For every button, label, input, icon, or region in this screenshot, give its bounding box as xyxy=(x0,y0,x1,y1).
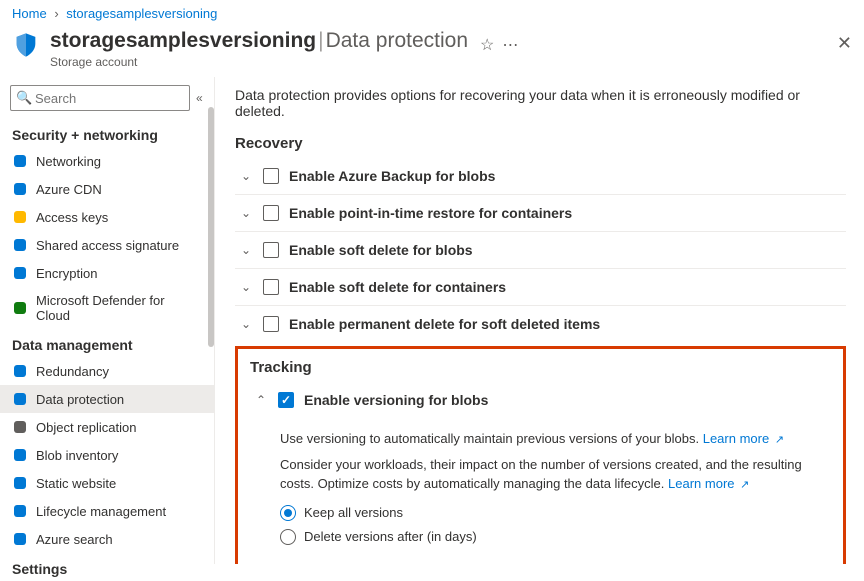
dp-icon xyxy=(12,391,28,407)
recovery-row: ⌄ Enable Azure Backup for blobs xyxy=(235,158,846,194)
sidebar-item-label: Lifecycle management xyxy=(36,504,166,519)
chevron-down-icon[interactable]: ⌄ xyxy=(239,243,253,257)
radio-icon xyxy=(280,505,296,521)
recovery-row: ⌄ Enable soft delete for blobs xyxy=(235,231,846,268)
sidebar-item-label: Encryption xyxy=(36,266,97,281)
recovery-label: Enable soft delete for blobs xyxy=(289,242,473,258)
sidebar-item-encryption[interactable]: Encryption xyxy=(0,259,214,287)
chevron-down-icon[interactable]: ⌄ xyxy=(239,169,253,183)
breadcrumb: Home › storagesamplesversioning xyxy=(0,0,864,27)
version-retention-radiogroup: Keep all versions Delete versions after … xyxy=(280,501,831,549)
recovery-checkbox[interactable] xyxy=(263,242,279,258)
recovery-label: Enable Azure Backup for blobs xyxy=(289,168,495,184)
nav-section-header: Data management xyxy=(0,329,214,357)
chevron-down-icon[interactable]: ⌄ xyxy=(239,206,253,220)
inventory-icon xyxy=(12,447,28,463)
chevron-up-icon[interactable]: ⌃ xyxy=(254,393,268,407)
sidebar-item-access-keys[interactable]: Access keys xyxy=(0,203,214,231)
close-button[interactable]: ✕ xyxy=(837,33,852,54)
sidebar: 🔍 « Security + networking Networking Azure… xyxy=(0,77,215,564)
nav-section-header: Security + networking xyxy=(0,119,214,147)
recovery-label: Enable point-in-time restore for contain… xyxy=(289,205,572,221)
recovery-checkbox[interactable] xyxy=(263,168,279,184)
search-icon: 🔍 xyxy=(16,90,32,106)
recovery-row: ⌄ Enable permanent delete for soft delete… xyxy=(235,305,846,342)
lifecycle-icon xyxy=(12,503,28,519)
search-icon xyxy=(12,531,28,547)
replication-icon xyxy=(12,419,28,435)
recovery-checkbox[interactable] xyxy=(263,205,279,221)
chevron-right-icon: › xyxy=(54,6,58,21)
sidebar-item-label: Redundancy xyxy=(36,364,109,379)
content-pane: Data protection provides options for rec… xyxy=(215,77,864,564)
recovery-label: Enable permanent delete for soft deleted… xyxy=(289,316,600,332)
cloud-icon xyxy=(12,181,28,197)
page-title: storagesamplesversioning|Data protection xyxy=(50,29,468,53)
sidebar-item-redundancy[interactable]: Redundancy xyxy=(0,357,214,385)
breadcrumb-home[interactable]: Home xyxy=(12,6,47,21)
page-header: storagesamplesversioning|Data protection… xyxy=(0,27,864,77)
versioning-checkbox[interactable]: ✓ xyxy=(278,392,294,408)
redundancy-icon xyxy=(12,363,28,379)
shield-icon xyxy=(12,300,28,316)
external-link-icon: ↗ xyxy=(740,479,749,491)
intro-text: Data protection provides options for rec… xyxy=(235,87,846,119)
sidebar-item-label: Azure CDN xyxy=(36,182,102,197)
breadcrumb-current[interactable]: storagesamplesversioning xyxy=(66,6,217,21)
radio-keep-all[interactable]: Keep all versions xyxy=(280,501,831,525)
radio-icon xyxy=(280,529,296,545)
more-button[interactable]: ⋯ xyxy=(502,35,518,55)
nav-section-header: Settings xyxy=(0,553,214,581)
favorite-button[interactable]: ☆ xyxy=(480,35,494,55)
shield-icon xyxy=(12,31,40,59)
sidebar-item-label: Object replication xyxy=(36,420,136,435)
sidebar-item-azure-cdn[interactable]: Azure CDN xyxy=(0,175,214,203)
sidebar-item-blob-inventory[interactable]: Blob inventory xyxy=(0,441,214,469)
sidebar-item-label: Shared access signature xyxy=(36,238,179,253)
lock-icon xyxy=(12,265,28,281)
sidebar-item-microsoft-defender-for-cloud[interactable]: Microsoft Defender for Cloud xyxy=(0,287,214,329)
external-link-icon: ↗ xyxy=(775,434,784,446)
recovery-checkbox[interactable] xyxy=(263,316,279,332)
versioning-body: Use versioning to automatically maintain… xyxy=(250,418,831,555)
chevron-down-icon[interactable]: ⌄ xyxy=(239,280,253,294)
recovery-row: ⌄ Enable soft delete for containers xyxy=(235,268,846,305)
learn-more-link-2[interactable]: Learn more ↗ xyxy=(668,476,749,491)
search-input[interactable] xyxy=(10,85,190,111)
section-recovery-title: Recovery xyxy=(235,135,846,152)
recovery-checkbox[interactable] xyxy=(263,279,279,295)
sidebar-item-data-protection[interactable]: Data protection xyxy=(0,385,214,413)
learn-more-link-1[interactable]: Learn more ↗ xyxy=(703,431,784,446)
scrollbar[interactable] xyxy=(208,107,214,347)
section-tracking-title: Tracking xyxy=(250,359,831,376)
recovery-label: Enable soft delete for containers xyxy=(289,279,506,295)
versioning-label: Enable versioning for blobs xyxy=(304,392,488,408)
sidebar-item-label: Azure search xyxy=(36,532,113,547)
sidebar-item-label: Networking xyxy=(36,154,101,169)
radio-delete-after[interactable]: Delete versions after (in days) xyxy=(280,525,831,549)
sidebar-item-label: Static website xyxy=(36,476,116,491)
highlight-box: Tracking ⌃ ✓ Enable versioning for blobs… xyxy=(235,346,846,564)
recovery-row: ⌄ Enable point-in-time restore for contai… xyxy=(235,194,846,231)
sidebar-item-networking[interactable]: Networking xyxy=(0,147,214,175)
web-icon xyxy=(12,475,28,491)
sidebar-item-label: Microsoft Defender for Cloud xyxy=(36,293,202,323)
sidebar-item-label: Data protection xyxy=(36,392,124,407)
sidebar-item-shared-access-signature[interactable]: Shared access signature xyxy=(0,231,214,259)
sidebar-item-label: Blob inventory xyxy=(36,448,118,463)
page-subtitle: Storage account xyxy=(50,55,468,69)
collapse-sidebar-button[interactable]: « xyxy=(196,91,203,105)
globe-icon xyxy=(12,153,28,169)
chevron-down-icon[interactable]: ⌄ xyxy=(239,317,253,331)
sidebar-item-static-website[interactable]: Static website xyxy=(0,469,214,497)
sidebar-item-azure-search[interactable]: Azure search xyxy=(0,525,214,553)
sidebar-item-lifecycle-management[interactable]: Lifecycle management xyxy=(0,497,214,525)
sas-icon xyxy=(12,237,28,253)
sidebar-item-label: Access keys xyxy=(36,210,108,225)
key-icon xyxy=(12,209,28,225)
sidebar-item-object-replication[interactable]: Object replication xyxy=(0,413,214,441)
